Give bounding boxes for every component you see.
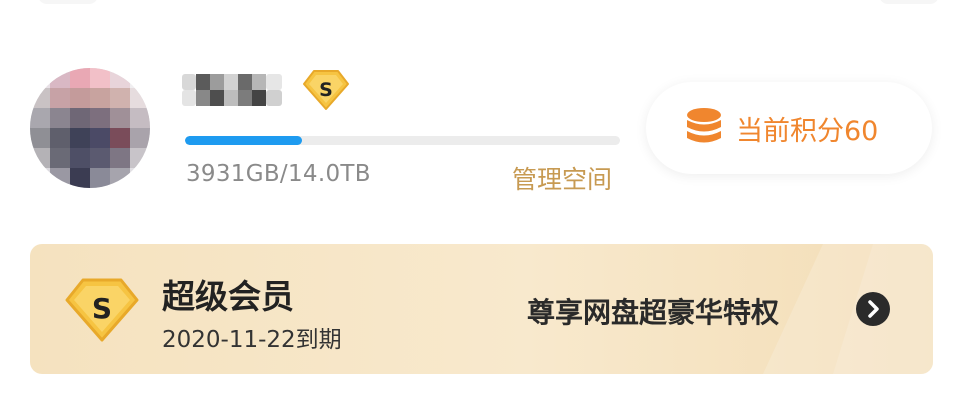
vip-expiry-date: 2020-11-22到期 <box>162 327 342 353</box>
storage-usage-text: 3931GB/14.0TB <box>186 161 371 187</box>
top-edge-fragment-left <box>38 0 98 4</box>
coins-stack-icon <box>687 108 721 143</box>
vip-membership-banner[interactable]: S 超级会员 2020-11-22到期 尊享网盘超豪华特权 <box>30 244 933 374</box>
vip-title: 超级会员 <box>162 277 294 316</box>
vip-s-badge-icon: S <box>64 277 140 343</box>
avatar-pixelated-image <box>30 68 150 188</box>
storage-usage-fill <box>185 136 303 145</box>
svg-text:S: S <box>92 292 112 325</box>
profile-section: S 3931GB/14.0TB 管理空间 当前积分60 <box>0 60 979 210</box>
points-button[interactable]: 当前积分60 <box>646 82 932 174</box>
vip-privilege-text: 尊享网盘超豪华特权 <box>527 296 780 329</box>
username-pixelated <box>182 70 284 110</box>
vip-s-badge-icon: S <box>302 68 350 112</box>
avatar[interactable] <box>30 68 150 188</box>
points-label: 当前积分60 <box>736 115 879 147</box>
chevron-right-circle-icon[interactable] <box>856 292 890 326</box>
manage-space-link[interactable]: 管理空间 <box>512 160 612 196</box>
storage-usage-bar <box>185 136 620 145</box>
svg-text:S: S <box>319 79 333 101</box>
top-edge-fragment-right <box>879 0 939 4</box>
